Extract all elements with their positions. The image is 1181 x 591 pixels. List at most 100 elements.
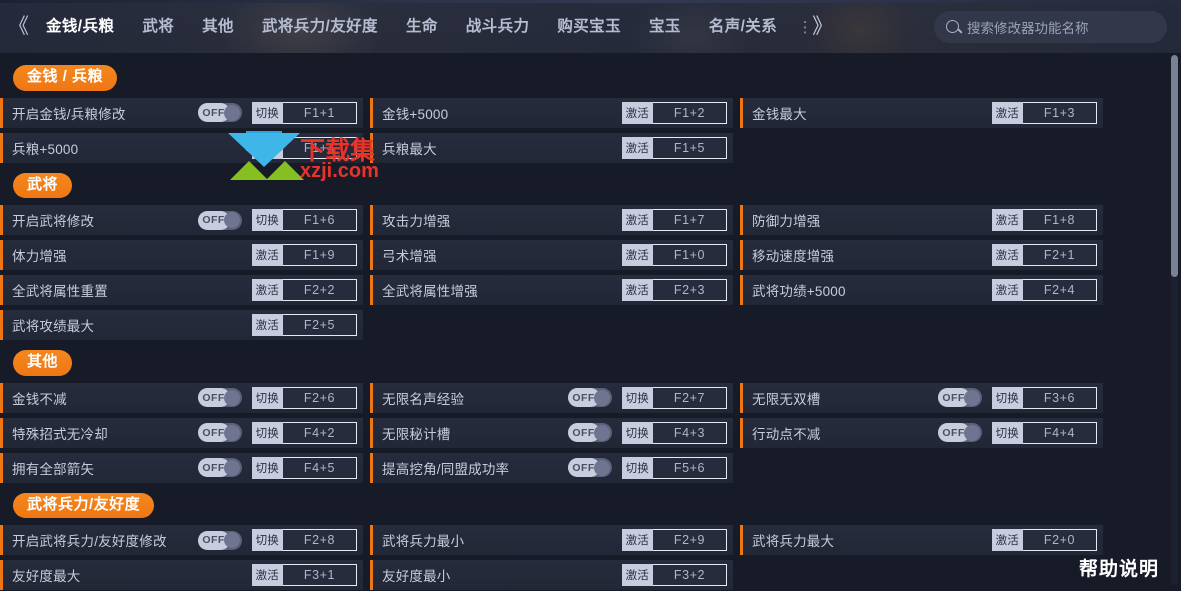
toggle-switch[interactable]: OFF <box>567 458 612 477</box>
toggle-switch[interactable]: OFF <box>937 423 982 442</box>
hotkey-key[interactable]: F2+6 <box>283 386 357 409</box>
cheat-row[interactable]: 弓术增强 激活 F1+0 <box>370 240 733 270</box>
search-input[interactable]: 搜索修改器功能名称 <box>967 17 1089 37</box>
cheat-row[interactable]: 移动速度增强 激活 F2+1 <box>740 240 1103 270</box>
hotkey-key[interactable]: F2+5 <box>283 314 357 336</box>
hotkey-key[interactable]: F1+4 <box>283 136 357 159</box>
cheat-row[interactable]: 武将功绩+5000 激活 F2+4 <box>740 275 1103 305</box>
toggle-knob[interactable] <box>224 459 241 476</box>
toggle-switch[interactable]: OFF <box>197 458 242 477</box>
hotkey-key[interactable]: F4+2 <box>283 421 357 444</box>
tab-0[interactable]: 金钱/兵粮 <box>32 0 128 53</box>
hotkey-binding[interactable]: 激活 F3+1 <box>251 564 357 586</box>
hotkey-binding[interactable]: 激活 F1+2 <box>621 101 727 124</box>
cheat-row[interactable]: 特殊招式无冷却 OFF 切换 F4+2 <box>0 417 363 448</box>
tab-6[interactable]: 购买宝玉 <box>543 0 635 53</box>
hotkey-binding[interactable]: 激活 F3+2 <box>621 564 727 586</box>
hotkey-binding[interactable]: 激活 F2+0 <box>991 529 1097 551</box>
chevrons-left-icon[interactable]: 《 <box>4 16 32 37</box>
hotkey-key[interactable]: F1+9 <box>283 244 357 266</box>
hotkey-key[interactable]: F4+5 <box>283 456 357 479</box>
hotkey-key[interactable]: F3+6 <box>1023 386 1097 409</box>
tab-2[interactable]: 其他 <box>188 0 248 53</box>
toggle-knob[interactable] <box>224 389 241 406</box>
hotkey-binding[interactable]: 切换 F2+8 <box>251 529 357 551</box>
cheat-row[interactable]: 开启武将修改 OFF 切换 F1+6 <box>0 205 363 235</box>
hotkey-binding[interactable]: 切换 F4+3 <box>621 421 727 444</box>
hotkey-key[interactable]: F2+2 <box>283 279 357 301</box>
hotkey-key[interactable]: F4+3 <box>653 421 727 444</box>
hotkey-key[interactable]: F2+9 <box>653 529 727 551</box>
tab-7[interactable]: 宝玉 <box>635 0 695 53</box>
hotkey-binding[interactable]: 激活 F2+4 <box>991 279 1097 301</box>
hotkey-key[interactable]: F1+1 <box>283 101 357 124</box>
cheat-row[interactable]: 无限秘计槽 OFF 切换 F4+3 <box>370 417 733 448</box>
tab-8[interactable]: 名声/关系 <box>695 0 791 53</box>
hotkey-binding[interactable]: 切换 F4+2 <box>251 421 357 444</box>
hotkey-binding[interactable]: 激活 F1+5 <box>621 136 727 159</box>
hotkey-key[interactable]: F1+6 <box>283 209 357 231</box>
tab-3[interactable]: 武将兵力/友好度 <box>248 0 392 53</box>
hotkey-key[interactable]: F1+8 <box>1023 209 1097 231</box>
hotkey-key[interactable]: F1+7 <box>653 209 727 231</box>
cheat-row[interactable]: 开启武将兵力/友好度修改 OFF 切换 F2+8 <box>0 525 363 555</box>
hotkey-key[interactable]: F4+4 <box>1023 421 1097 444</box>
cheat-row[interactable]: 武将攻绩最大 激活 F2+5 <box>0 310 363 340</box>
toggle-switch[interactable]: OFF <box>197 423 242 442</box>
cheat-row[interactable]: 金钱最大 激活 F1+3 <box>740 97 1103 128</box>
toggle-knob[interactable] <box>224 212 241 228</box>
hotkey-binding[interactable]: 激活 F1+8 <box>991 209 1097 231</box>
hotkey-binding[interactable]: 激活 F2+1 <box>991 244 1097 266</box>
toggle-knob[interactable] <box>594 389 611 406</box>
hotkey-key[interactable]: F2+0 <box>1023 529 1097 551</box>
hotkey-binding[interactable]: 激活 F2+9 <box>621 529 727 551</box>
toggle-switch[interactable]: OFF <box>197 103 242 122</box>
cheat-row[interactable]: 开启金钱/兵粮修改 OFF 切换 F1+1 <box>0 97 363 128</box>
hotkey-key[interactable]: F2+7 <box>653 386 727 409</box>
hotkey-binding[interactable]: 激活 F2+3 <box>621 279 727 301</box>
hotkey-binding[interactable]: 切换 F1+1 <box>251 101 357 124</box>
toggle-knob[interactable] <box>224 104 241 121</box>
toggle-knob[interactable] <box>964 424 981 441</box>
cheat-row[interactable]: 全武将属性重置 激活 F2+2 <box>0 275 363 305</box>
hotkey-binding[interactable]: 激活 F1+7 <box>621 209 727 231</box>
cheat-row[interactable]: 友好度最大 激活 F3+1 <box>0 560 363 590</box>
toggle-knob[interactable] <box>594 424 611 441</box>
tab-1[interactable]: 武将 <box>128 0 188 53</box>
hotkey-key[interactable]: F5+6 <box>653 456 727 479</box>
tab-4[interactable]: 生命 <box>392 0 452 53</box>
hotkey-binding[interactable]: 切换 F3+6 <box>991 386 1097 409</box>
toggle-knob[interactable] <box>224 424 241 441</box>
hotkey-binding[interactable]: 激活 F1+3 <box>991 101 1097 124</box>
hotkey-key[interactable]: F1+3 <box>1023 101 1097 124</box>
hotkey-key[interactable]: F3+1 <box>283 564 357 586</box>
cheat-row[interactable]: 兵粮+5000 激活 F1+4 <box>0 132 363 163</box>
hotkey-key[interactable]: F3+2 <box>653 564 727 586</box>
hotkey-key[interactable]: F2+3 <box>653 279 727 301</box>
hotkey-binding[interactable]: 切换 F2+7 <box>621 386 727 409</box>
toggle-switch[interactable]: OFF <box>197 530 242 550</box>
toggle-switch[interactable]: OFF <box>567 388 612 407</box>
hotkey-key[interactable]: F2+8 <box>283 529 357 551</box>
hotkey-key[interactable]: F2+1 <box>1023 244 1097 266</box>
cheat-row[interactable]: 提高挖角/同盟成功率 OFF 切换 F5+6 <box>370 452 733 483</box>
hotkey-key[interactable]: F1+5 <box>653 136 727 159</box>
toggle-switch[interactable]: OFF <box>937 388 982 407</box>
hotkey-binding[interactable]: 激活 F1+4 <box>251 136 357 159</box>
hotkey-key[interactable]: F1+2 <box>653 101 727 124</box>
hotkey-binding[interactable]: 激活 F2+5 <box>251 314 357 336</box>
hotkey-binding[interactable]: 切换 F4+5 <box>251 456 357 479</box>
cheat-row[interactable]: 攻击力增强 激活 F1+7 <box>370 205 733 235</box>
hotkey-key[interactable]: F1+0 <box>653 244 727 266</box>
hotkey-binding[interactable]: 激活 F1+0 <box>621 244 727 266</box>
hotkey-binding[interactable]: 切换 F2+6 <box>251 386 357 409</box>
cheat-row[interactable]: 全武将属性增强 激活 F2+3 <box>370 275 733 305</box>
cheat-row[interactable]: 武将兵力最小 激活 F2+9 <box>370 525 733 555</box>
cheat-row[interactable]: 武将兵力最大 激活 F2+0 <box>740 525 1103 555</box>
toggle-knob[interactable] <box>964 389 981 406</box>
toggle-switch[interactable]: OFF <box>567 423 612 442</box>
toggle-knob[interactable] <box>224 532 241 548</box>
scrollbar-thumb[interactable] <box>1171 55 1178 277</box>
cheat-row[interactable]: 行动点不减 OFF 切换 F4+4 <box>740 417 1103 448</box>
cheat-row[interactable]: 金钱+5000 激活 F1+2 <box>370 97 733 128</box>
